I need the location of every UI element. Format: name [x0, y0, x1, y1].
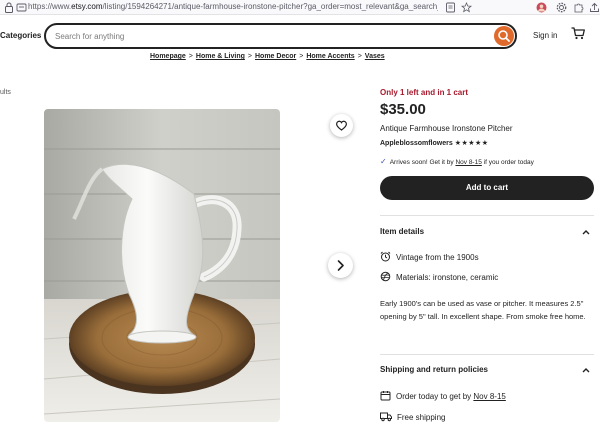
breadcrumb: Homepage > Home & Living > Home Decor > Home A…: [150, 53, 385, 60]
favorite-button[interactable]: [330, 114, 353, 137]
search-bar[interactable]: Search for anything: [44, 23, 517, 49]
shop-name-link[interactable]: Appleblossomflowers: [380, 140, 453, 147]
shipping-date-link[interactable]: Nov 8-15: [473, 392, 505, 401]
heart-icon: [336, 120, 347, 131]
free-shipping: Free shipping: [380, 411, 445, 422]
divider: [380, 215, 594, 216]
browser-url-bar[interactable]: https://www.etsy.com/listing/1594264271/…: [0, 0, 600, 15]
yarn-ball-icon: [380, 271, 391, 282]
breadcrumb-home-decor[interactable]: Home Decor: [255, 53, 296, 60]
settings-gear-icon[interactable]: [556, 2, 567, 13]
results-link-fragment[interactable]: ults: [0, 89, 11, 96]
stock-note: Only 1 left and in 1 cart: [380, 88, 469, 97]
alarm-clock-icon: [380, 251, 391, 262]
categories-menu[interactable]: Categories: [0, 31, 41, 40]
add-to-cart-button[interactable]: Add to cart: [380, 176, 594, 200]
breadcrumb-vases[interactable]: Vases: [365, 53, 385, 60]
chevron-up-icon[interactable]: [582, 367, 590, 373]
listing-title: Antique Farmhouse Ironstone Pitcher: [380, 124, 513, 133]
breadcrumb-home-living[interactable]: Home & Living: [196, 53, 245, 60]
feature-materials: Materials: ironstone, ceramic: [380, 271, 498, 282]
delivery-estimate: ✓ Arrives soon! Get it by Nov 8-15 if you…: [380, 157, 534, 166]
delivery-date-link[interactable]: Nov 8-15: [455, 159, 481, 166]
sign-in-link[interactable]: Sign in: [533, 31, 557, 40]
order-by-date: Order today to get by Nov 8-15: [380, 390, 506, 401]
divider: [380, 354, 594, 355]
star-rating[interactable]: ★★★★★: [455, 140, 489, 147]
item-description: Early 1900's can be used as vase or pitc…: [380, 299, 586, 321]
extensions-puzzle-icon[interactable]: [573, 2, 584, 13]
chevron-right-icon: [337, 260, 344, 271]
shop-rating: Appleblossomflowers ★★★★★: [380, 139, 489, 147]
chevron-up-icon[interactable]: [582, 229, 590, 235]
next-image-button[interactable]: [328, 253, 353, 278]
breadcrumb-homepage[interactable]: Homepage: [150, 53, 186, 60]
shipping-heading[interactable]: Shipping and return policies: [380, 365, 488, 374]
checkmark-icon: ✓: [380, 157, 387, 166]
delivery-truck-icon: [380, 412, 392, 422]
item-details-heading[interactable]: Item details: [380, 227, 424, 236]
feature-vintage: Vintage from the 1900s: [380, 251, 479, 262]
url-text[interactable]: https://www.etsy.com/listing/1594264271/…: [28, 2, 438, 11]
share-icon[interactable]: [589, 2, 600, 13]
price: $35.00: [380, 101, 426, 118]
shopping-cart-icon[interactable]: [571, 27, 585, 40]
search-input[interactable]: Search for anything: [55, 32, 124, 41]
product-photo[interactable]: [44, 109, 280, 422]
search-icon: [498, 30, 510, 42]
reader-view-icon[interactable]: [445, 2, 456, 13]
breadcrumb-home-accents[interactable]: Home Accents: [306, 53, 354, 60]
bookmark-star-icon[interactable]: [461, 2, 472, 13]
lock-icon: [5, 2, 13, 13]
search-button[interactable]: [494, 26, 514, 46]
site-info-icon[interactable]: [16, 2, 27, 13]
profile-avatar-icon[interactable]: [536, 2, 547, 13]
calendar-icon: [380, 391, 391, 401]
